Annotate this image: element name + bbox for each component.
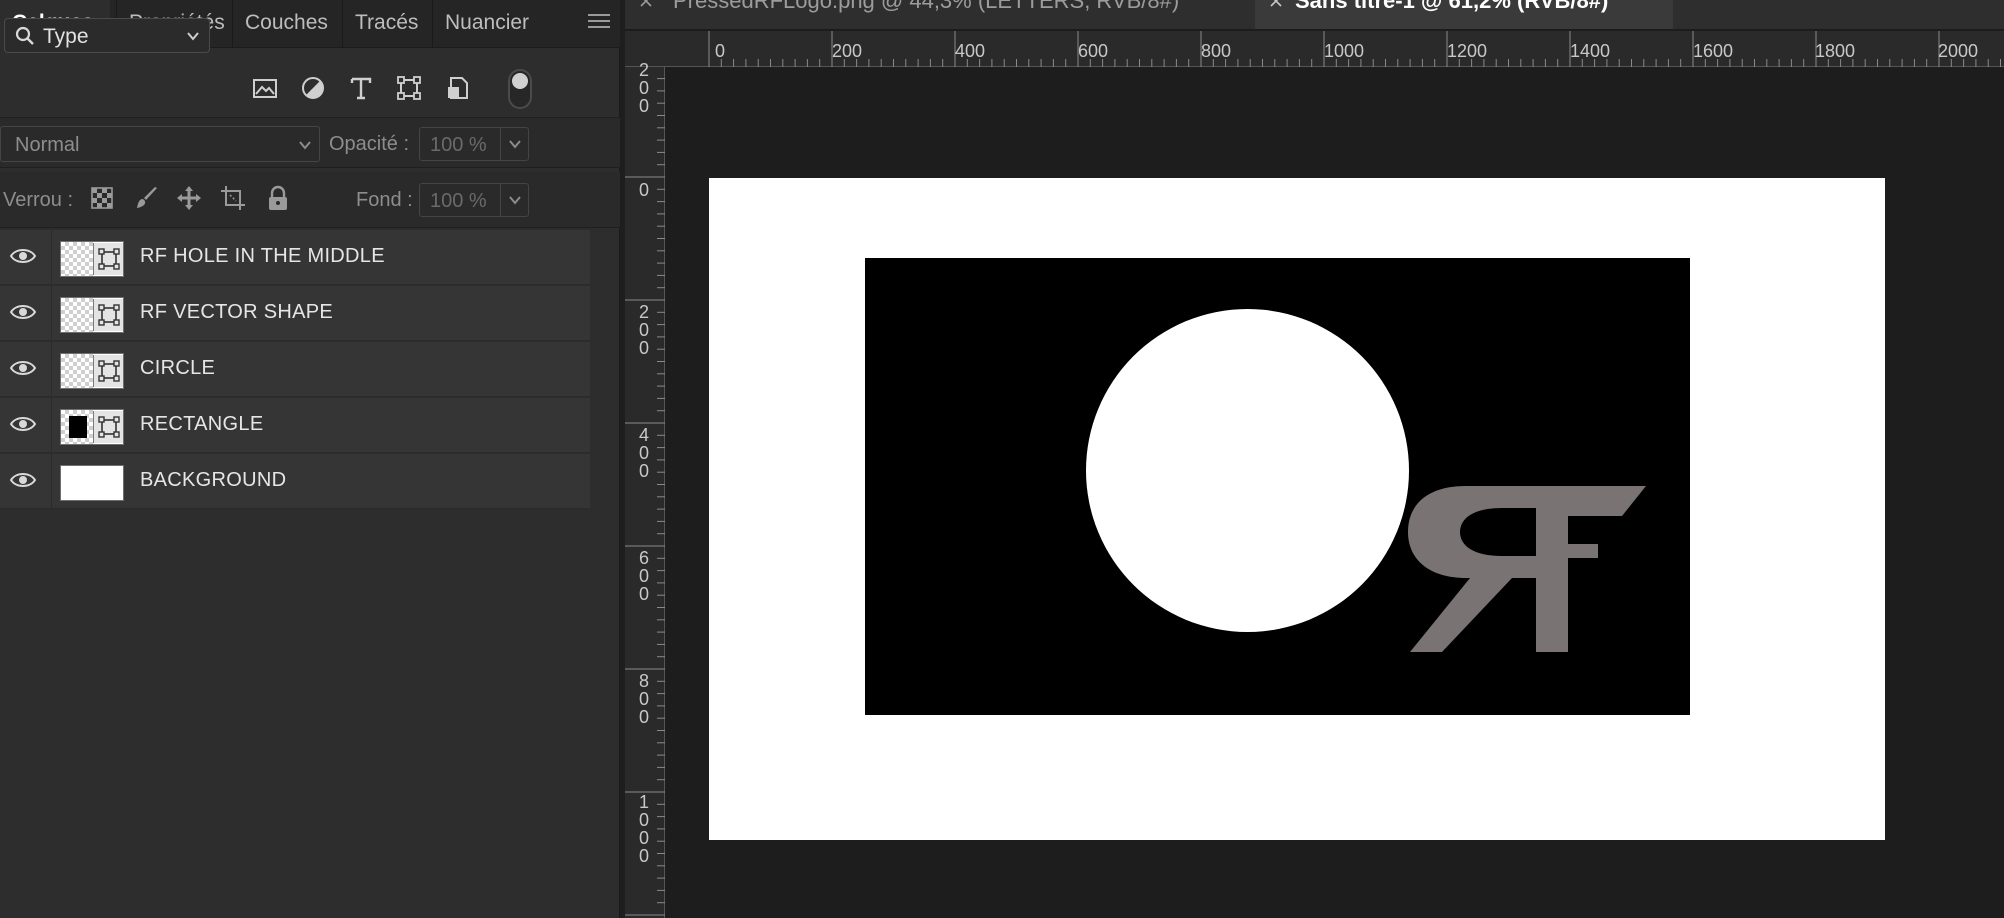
vector-mask-icon [93, 243, 123, 275]
ruler-label: 400 [638, 425, 649, 481]
layer-thumbnail [60, 241, 124, 277]
adjustment-layer-filter-icon[interactable] [298, 73, 328, 103]
tab-nuancier[interactable]: Nuancier [432, 0, 552, 48]
ruler-label: 1200 [1447, 41, 1488, 61]
eye-visibility-icon[interactable] [9, 469, 37, 491]
document-tab-bar: PressedRFLogo.png @ 44,3% (LETTERS, RVB/… [625, 0, 2004, 30]
fill-value: 100 % [430, 190, 487, 212]
search-icon [15, 26, 34, 45]
ruler-label: 600 [638, 548, 649, 604]
filter-type-label: Type [43, 25, 89, 48]
layers-list: RF HOLE IN THE MIDDLE RF VECTOR SHAPE CI… [0, 230, 590, 510]
vector-mask-icon [93, 355, 123, 387]
document-tab-title: Sans titre-1 @ 61,2% (RVB/8#) [1295, 0, 1609, 13]
layer-row-rf-vector-shape[interactable]: RF VECTOR SHAPE [0, 286, 590, 341]
ruler-label: 200 [832, 41, 863, 61]
vector-mask-icon [93, 299, 123, 331]
filter-toggle-switch[interactable] [508, 69, 532, 109]
shape-layer-filter-icon[interactable] [394, 73, 424, 103]
document-tab-pressedrflogo[interactable]: PressedRFLogo.png @ 44,3% (LETTERS, RVB/… [625, 0, 1245, 29]
smart-object-filter-icon[interactable] [443, 73, 473, 103]
lock-label: Verrou : [3, 189, 74, 211]
close-icon[interactable] [1269, 0, 1283, 8]
layer-name: RF HOLE IN THE MIDDLE [140, 245, 385, 267]
blend-mode-value: Normal [15, 134, 80, 156]
rf-logo-shape [1408, 486, 1646, 652]
chevron-down-icon [509, 140, 521, 149]
chevron-down-icon [509, 196, 521, 205]
chevron-down-icon [187, 32, 199, 41]
eye-visibility-icon[interactable] [9, 245, 37, 267]
document-tab-sans-titre[interactable]: Sans titre-1 @ 61,2% (RVB/8#) [1255, 0, 1673, 29]
layer-thumbnail [60, 465, 124, 501]
blend-mode-select[interactable]: Normal [0, 126, 320, 162]
lock-all-icon[interactable] [264, 184, 292, 212]
lock-pixels-brush-icon[interactable] [133, 184, 161, 212]
layer-name: RECTANGLE [140, 413, 264, 435]
eye-visibility-icon[interactable] [9, 357, 37, 379]
ruler-label: 200 [638, 302, 649, 358]
filter-type-select[interactable]: Type [4, 18, 210, 53]
opacity-value: 100 % [430, 134, 487, 156]
eye-visibility-icon[interactable] [9, 413, 37, 435]
panel-menu-icon[interactable] [588, 14, 610, 34]
layer-row-background[interactable]: BACKGROUND [0, 454, 590, 509]
ruler-label: 0 [715, 41, 726, 61]
layer-name: CIRCLE [140, 357, 216, 379]
ruler-label: 800 [1201, 41, 1232, 61]
ruler-label: 2000 [1938, 41, 1979, 61]
layer-row-rectangle[interactable]: RECTANGLE [0, 398, 590, 453]
circle-shape[interactable] [1086, 309, 1409, 632]
layer-thumbnail [60, 409, 124, 445]
layer-row-rf-hole[interactable]: RF HOLE IN THE MIDDLE [0, 230, 590, 285]
opacity-field[interactable]: 100 % [419, 127, 529, 161]
layer-name: RF VECTOR SHAPE [140, 301, 334, 323]
vector-mask-icon [93, 411, 123, 443]
document-tab-title: PressedRFLogo.png @ 44,3% (LETTERS, RVB/… [673, 0, 1180, 13]
horizontal-ruler[interactable]: 0 200 400 600 800 1000 1200 1400 1600 18… [625, 31, 2004, 67]
fill-label: Fond : [356, 189, 413, 211]
pixel-layer-filter-icon[interactable] [250, 73, 280, 103]
fill-field[interactable]: 100 % [419, 183, 529, 217]
lock-artboard-icon[interactable] [219, 184, 247, 212]
lock-transparency-icon[interactable] [88, 184, 116, 212]
chevron-down-icon [299, 141, 311, 150]
eye-visibility-icon[interactable] [9, 301, 37, 323]
vertical-ruler[interactable]: 200 0 200 400 600 800 1000 [625, 61, 665, 918]
ruler-label: 0 [638, 180, 649, 200]
ruler-label: 400 [955, 41, 986, 61]
opacity-dropdown[interactable] [500, 128, 528, 160]
layer-row-circle[interactable]: CIRCLE [0, 342, 590, 397]
fill-dropdown[interactable] [500, 184, 528, 216]
tab-couches[interactable]: Couches [232, 0, 334, 48]
ruler-label: 1000 [638, 792, 649, 866]
ruler-label: 600 [1078, 41, 1109, 61]
ruler-label: 200 [638, 60, 649, 116]
layer-thumbnail [60, 353, 124, 389]
layer-thumbnail [60, 297, 124, 333]
close-icon[interactable] [639, 0, 653, 8]
rf-vector-shape[interactable] [1408, 486, 1656, 654]
ruler-label: 1000 [1324, 41, 1365, 61]
ruler-label: 1600 [1693, 41, 1734, 61]
layer-name: BACKGROUND [140, 469, 287, 491]
opacity-label: Opacité : [329, 133, 410, 155]
ruler-label: 1800 [1815, 41, 1856, 61]
type-layer-filter-icon[interactable] [346, 73, 376, 103]
ruler-label: 1400 [1570, 41, 1611, 61]
layers-panel: Calques Propriétés Couches Tracés Nuanci… [0, 0, 620, 918]
lock-position-move-icon[interactable] [175, 184, 203, 212]
ruler-label: 800 [638, 671, 649, 727]
tab-traces[interactable]: Tracés [342, 0, 432, 48]
